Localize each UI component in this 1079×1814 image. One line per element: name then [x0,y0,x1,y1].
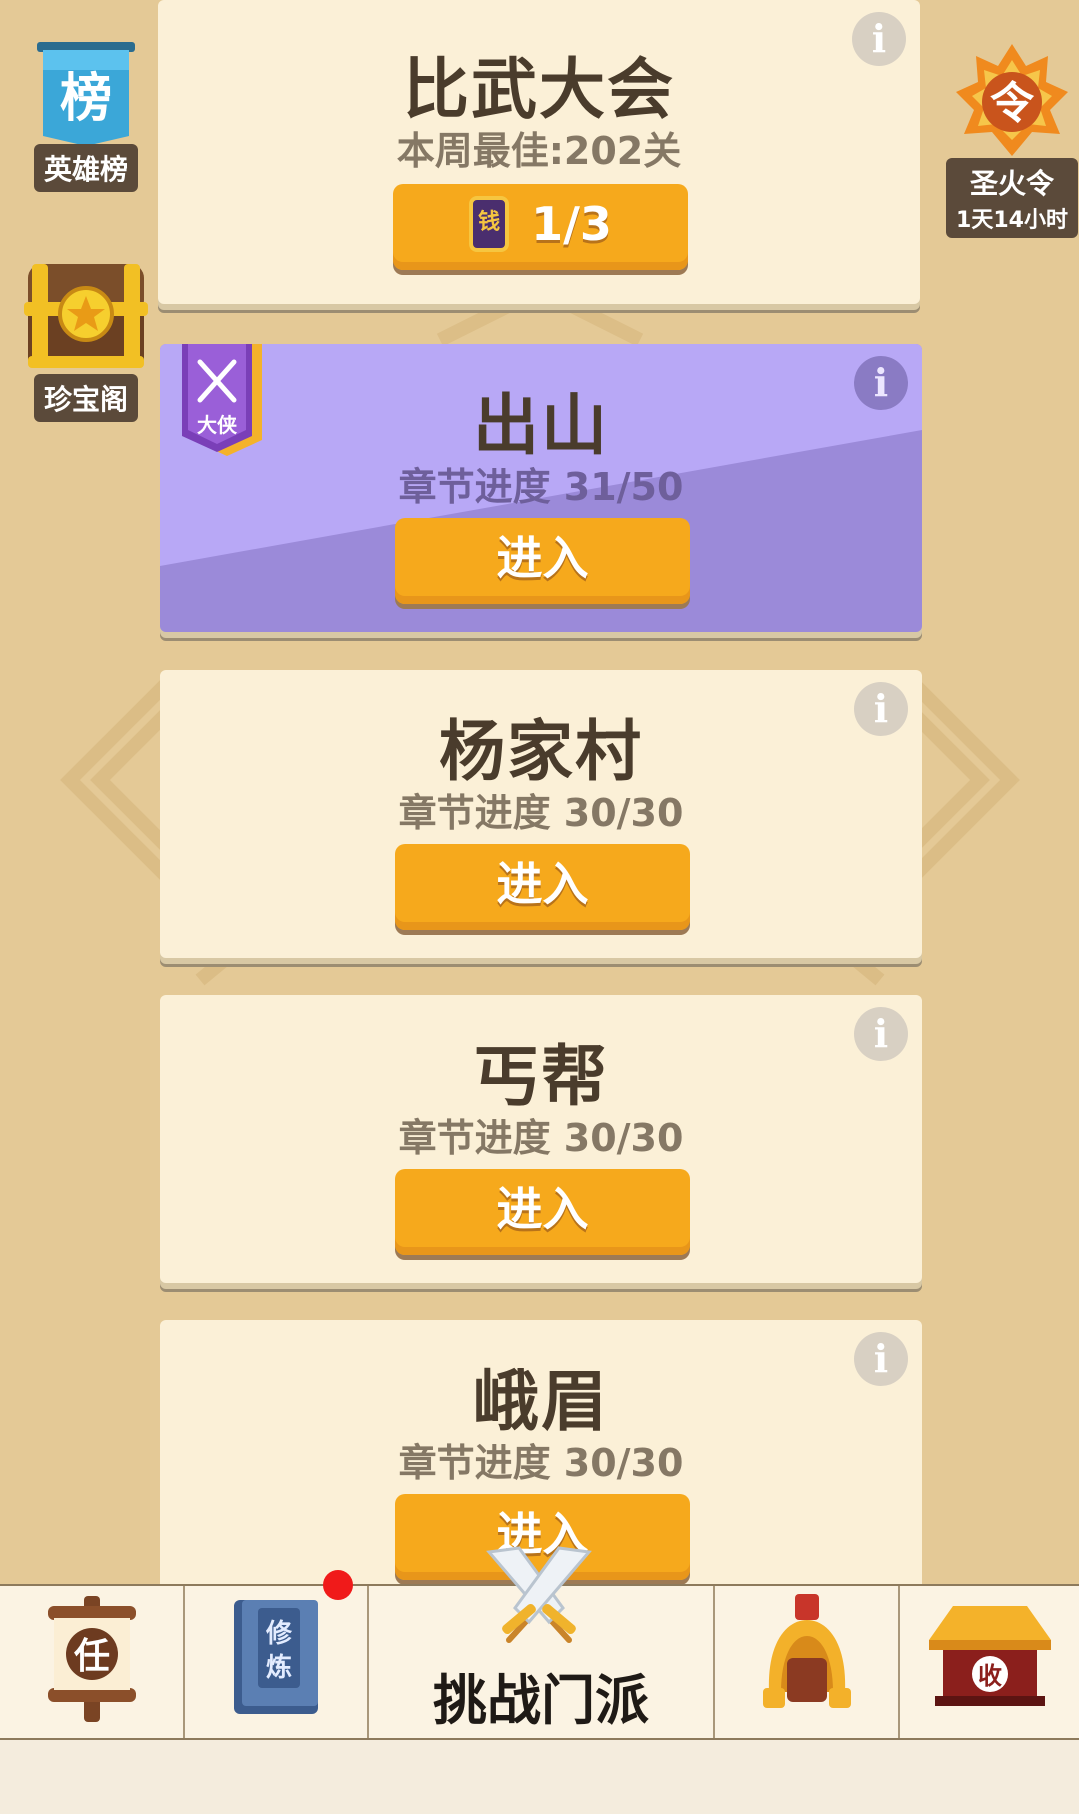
tab-tasks[interactable]: 任 [0,1586,185,1738]
svg-text:榜: 榜 [60,69,112,129]
sacred-fire-token-button[interactable]: 令 圣火令 1天14小时 [946,40,1078,238]
card-title: 丐帮 [473,1038,609,1115]
svg-text:令: 令 [990,78,1035,129]
coin-ticket-icon: 钱 [469,195,510,252]
fire-token-icon: 令 [956,44,1068,156]
card-subtitle: 章节进度 30/30 [398,1441,684,1485]
treasure-pavilion-button[interactable]: 珍宝阁 [22,256,150,422]
svg-text:任: 任 [73,1636,109,1677]
attempts-count: 1/3 [531,197,612,251]
hero-ranking-button[interactable]: 榜 英雄榜 [22,40,150,192]
svg-text:炼: 炼 [266,1653,292,1683]
card-title: 出山 [473,387,609,464]
token-timer: 1天14小时 [956,208,1068,233]
challenge-sect-label: 挑战门派 [433,1669,649,1732]
enter-button[interactable]: 进入 [395,518,690,604]
card-subtitle: 章节进度 30/30 [398,791,684,835]
enter-button[interactable]: 进入 [395,1169,690,1255]
ranking-label: 英雄榜 [33,144,138,192]
task-scroll-icon: 任 [47,1596,136,1722]
shop-building-icon: 收 [928,1606,1051,1706]
tab-shop[interactable]: 收 [900,1586,1079,1738]
treasure-chest-icon [24,264,148,368]
chapter-card-chushan[interactable]: 大侠 i 出山 章节进度 31/50 进入 [160,344,922,632]
chapter-card-gaibang[interactable]: i 丐帮 章节进度 30/30 进入 [160,995,922,1283]
token-label: 圣火令 [969,167,1054,200]
svg-text:修: 修 [265,1618,293,1649]
card-subtitle: 章节进度 31/50 [398,465,684,509]
treasure-label: 珍宝阁 [33,374,138,422]
helmet-icon [762,1594,851,1708]
svg-text:收: 收 [978,1662,1002,1690]
crossed-swords-icon [486,1546,592,1643]
card-subtitle: 本周最佳:202关 [396,129,682,173]
ranking-banner-icon: 榜 [37,42,135,146]
enter-button[interactable]: 进入 [395,844,690,930]
cultivation-book-icon: 修 炼 [234,1600,318,1714]
notification-dot [323,1570,353,1600]
tab-challenge-sect[interactable]: 挑战门派 [369,1546,715,1738]
tab-equipment[interactable] [715,1586,900,1738]
card-subtitle: 章节进度 30/30 [398,1116,684,1160]
tournament-attempts-button[interactable]: 钱 1/3 [393,184,688,270]
tab-cultivate[interactable]: 修 炼 [185,1570,369,1738]
card-title: 比武大会 [403,51,675,128]
chapter-card-yangjiacun[interactable]: i 杨家村 章节进度 30/30 进入 [160,670,922,958]
card-title: 峨眉 [473,1363,609,1440]
tournament-card[interactable]: i 比武大会 本周最佳:202关 钱 1/3 [158,0,920,304]
bottom-safe-area [0,1740,1079,1814]
card-title: 杨家村 [439,713,643,790]
bottom-nav-bar: 任 修 炼 挑战门派 收 [0,1546,1079,1740]
